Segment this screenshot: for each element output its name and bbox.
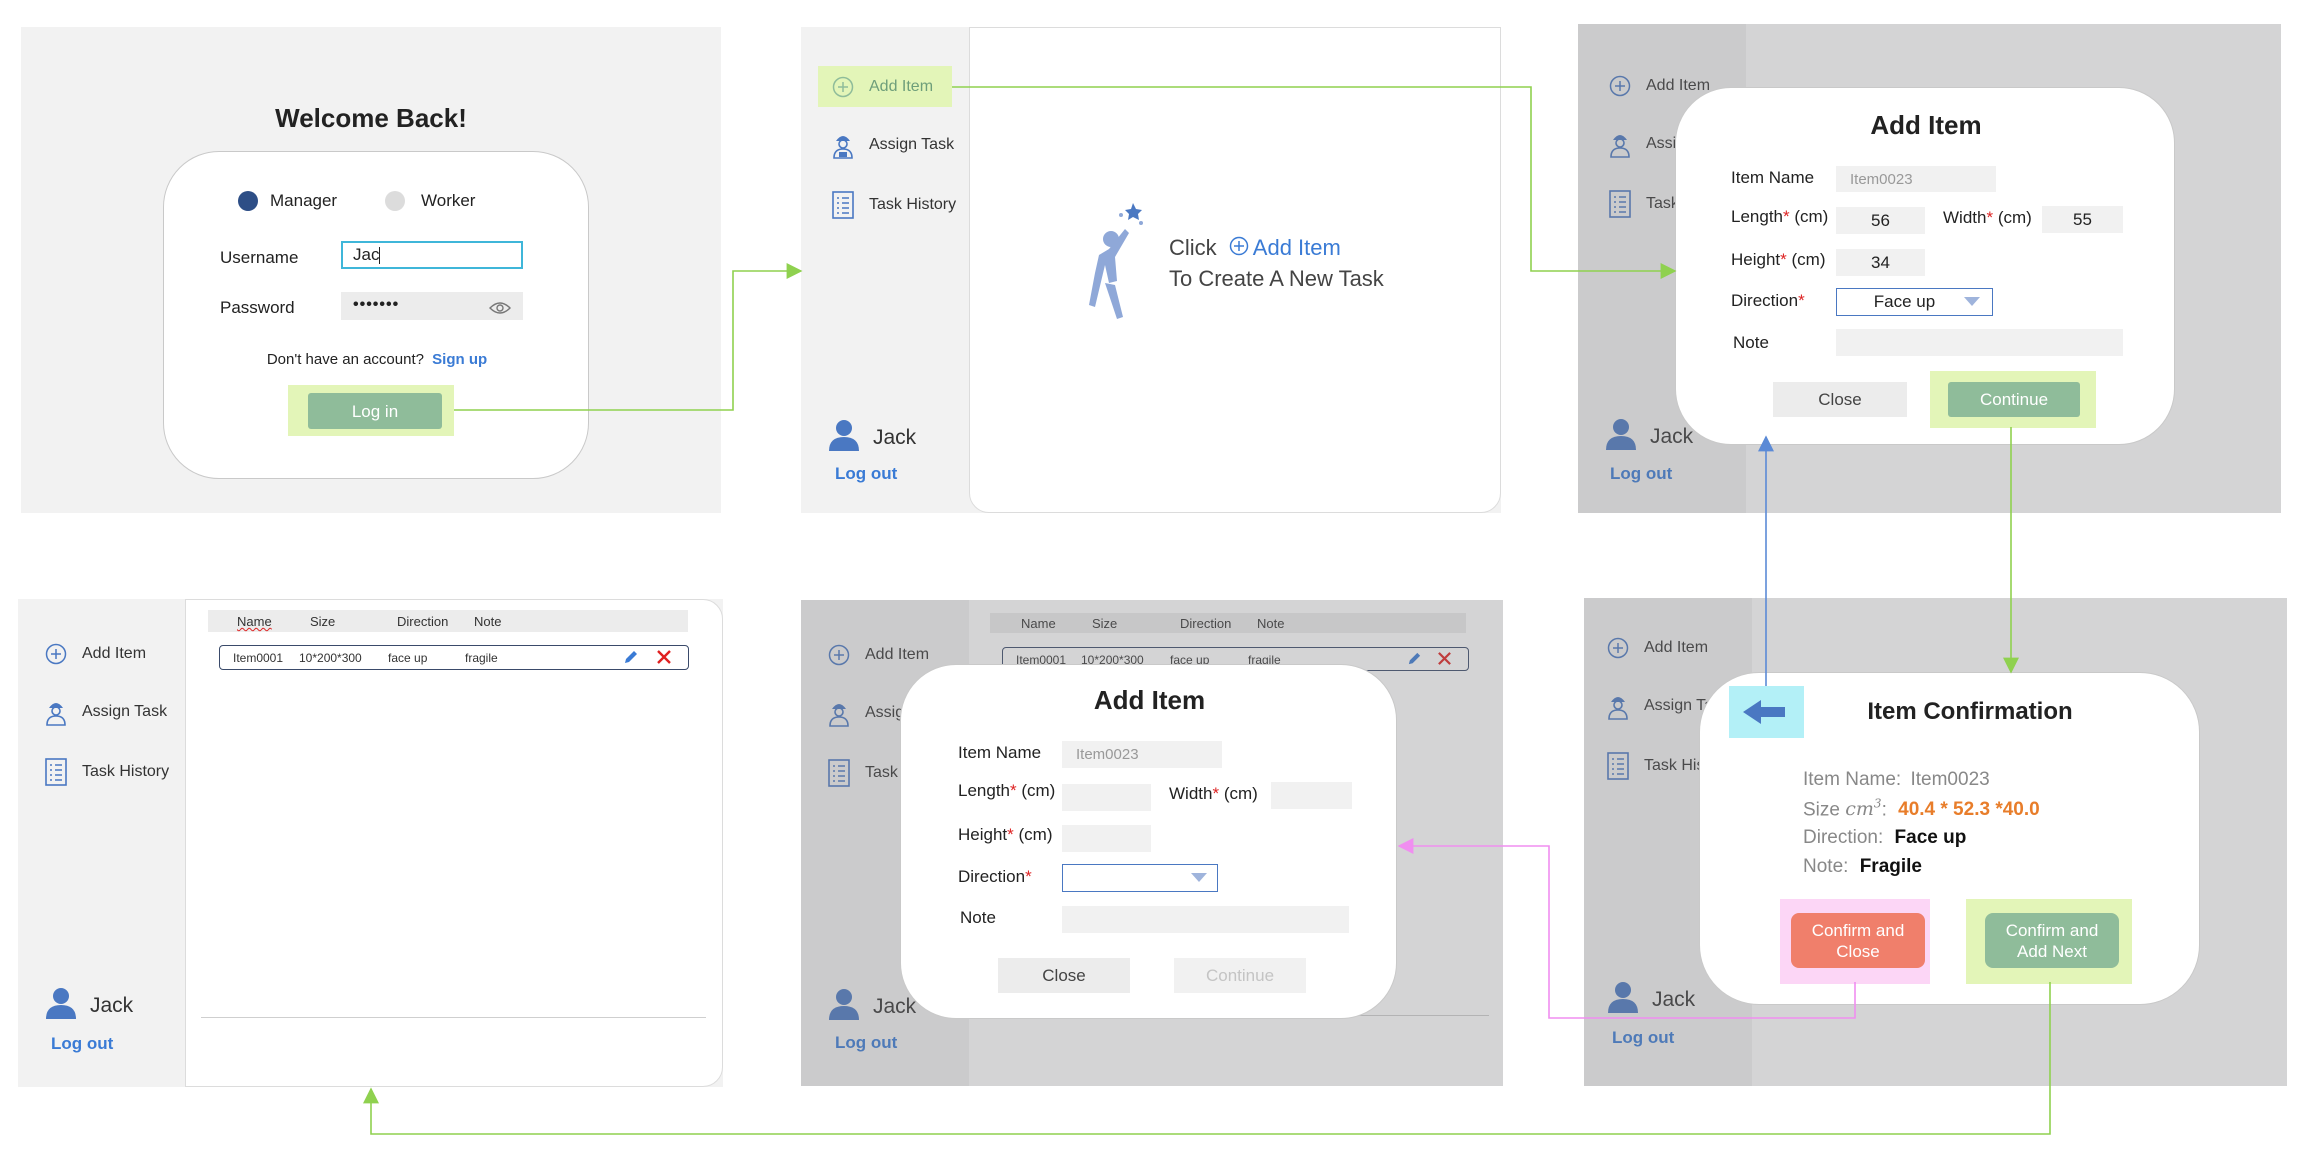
flow-arrow-confirm-close-to-empty [1397, 838, 1856, 1019]
flow-arrow-confirm-next-to-list [363, 982, 2051, 1135]
flow-arrow-additem-to-modal [952, 86, 1677, 279]
flow-arrows [363, 86, 2051, 1135]
flow-arrow-login-to-dashboard [454, 263, 803, 411]
